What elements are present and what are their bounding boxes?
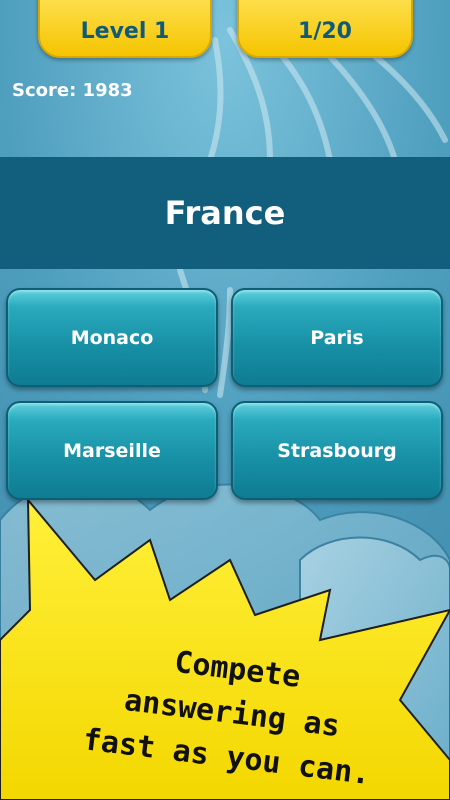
question-text: France [164,194,286,232]
question-band: France [0,157,450,269]
level-tab: Level 1 [38,0,212,58]
answer-button-strasbourg[interactable]: Strasbourg [231,401,443,500]
answer-button-paris[interactable]: Paris [231,288,443,387]
level-label: Level 1 [80,19,170,44]
answer-button-marseille[interactable]: Marseille [6,401,218,500]
answer-button-monaco[interactable]: Monaco [6,288,218,387]
progress-tab: 1/20 [237,0,413,58]
question-progress-label: 1/20 [298,19,352,44]
score-label: Score: 1983 [12,80,133,101]
